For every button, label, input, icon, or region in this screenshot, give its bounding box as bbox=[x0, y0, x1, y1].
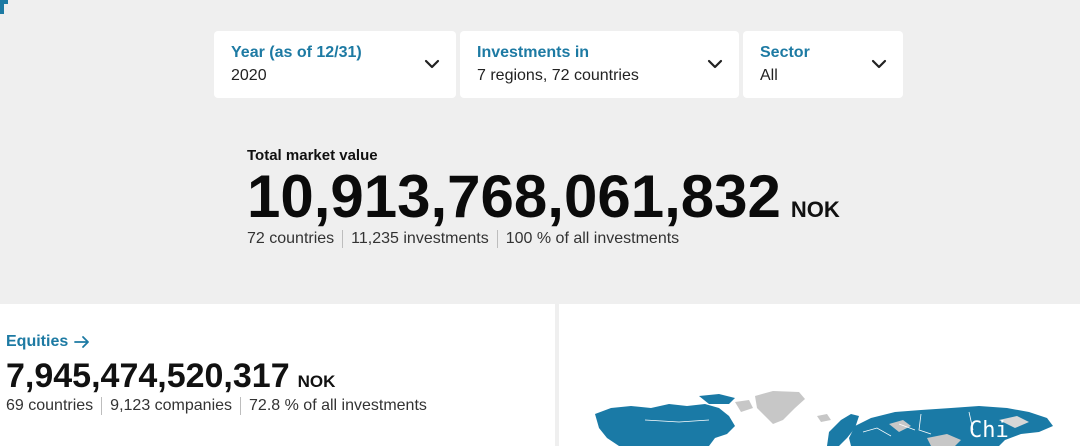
map-region-iceland bbox=[817, 414, 831, 422]
total-currency-unit: NOK bbox=[790, 197, 840, 222]
equities-share: 72.8 % of all investments bbox=[249, 397, 427, 414]
chevron-down-icon bbox=[707, 59, 723, 69]
map-region-greenland bbox=[755, 391, 805, 424]
filter-bar: Year (as of 12/31) 2020 Investments in 7… bbox=[214, 31, 903, 98]
equities-companies-count: 9,123 companies bbox=[110, 397, 233, 414]
equities-value: 7,945,474,520,317 bbox=[6, 357, 290, 395]
equities-countries-count: 69 countries bbox=[6, 397, 94, 414]
equities-link-label: Equities bbox=[6, 333, 69, 350]
map-region-arctic-islands bbox=[699, 394, 735, 404]
year-filter-dropdown[interactable]: Year (as of 12/31) 2020 bbox=[214, 31, 456, 98]
total-market-value-section: Total market value 10,913,768,061,832 NO… bbox=[247, 146, 840, 248]
investments-filter-dropdown[interactable]: Investments in 7 regions, 72 countries bbox=[460, 31, 739, 98]
arrow-right-icon bbox=[74, 336, 90, 348]
corner-logo-icon bbox=[0, 0, 8, 14]
world-map-card: Chi bbox=[559, 304, 1080, 446]
investments-filter-value: 7 regions, 72 countries bbox=[477, 67, 639, 84]
total-market-value-amount: 10,913,768,061,832 bbox=[247, 163, 781, 230]
chevron-down-icon bbox=[871, 59, 887, 69]
total-investments-count: 11,235 investments bbox=[351, 230, 489, 247]
year-filter-label: Year (as of 12/31) bbox=[231, 44, 362, 61]
map-region-arctic-islands-2 bbox=[735, 400, 753, 412]
divider bbox=[342, 230, 344, 248]
year-filter-value: 2020 bbox=[231, 67, 267, 84]
sector-filter-label: Sector bbox=[760, 44, 810, 61]
total-countries-count: 72 countries bbox=[247, 230, 335, 247]
total-share: 100 % of all investments bbox=[505, 230, 680, 247]
equities-currency-unit: NOK bbox=[297, 372, 336, 391]
equities-card: Equities 7,945,474,520,317 NOK 69 countr… bbox=[0, 304, 555, 446]
investments-filter-label: Investments in bbox=[477, 44, 590, 61]
map-overlay-label: Chi bbox=[969, 418, 1009, 443]
total-meta-row: 72 countries 11,235 investments 100 % of… bbox=[247, 230, 840, 248]
sector-filter-dropdown[interactable]: Sector All bbox=[743, 31, 903, 98]
divider bbox=[101, 397, 103, 415]
divider bbox=[240, 397, 242, 415]
divider bbox=[496, 230, 498, 248]
equities-link[interactable]: Equities bbox=[6, 332, 427, 352]
chevron-down-icon bbox=[424, 59, 440, 69]
map-region-north-america bbox=[595, 404, 735, 446]
equities-meta-row: 69 countries 9,123 companies 72.8 % of a… bbox=[6, 397, 427, 415]
sector-filter-value: All bbox=[760, 67, 778, 84]
